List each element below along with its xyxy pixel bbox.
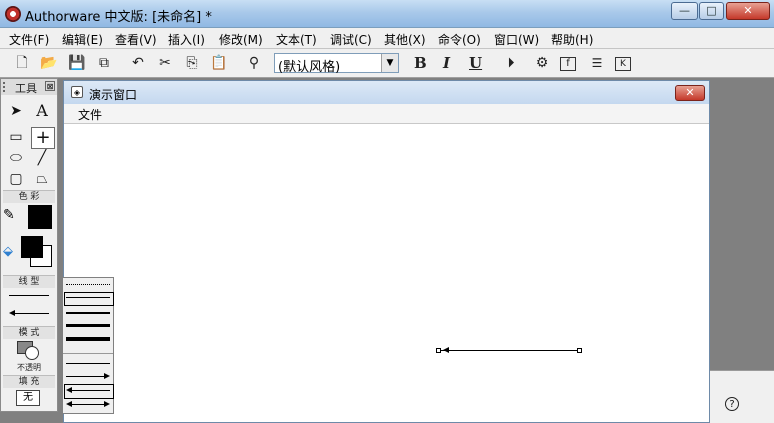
authorware-app-icon: [5, 6, 21, 22]
arrowhead-both-left-icon: [66, 401, 72, 407]
arrowhead-left-icon: [66, 387, 72, 393]
line-style-arrow[interactable]: [14, 313, 49, 314]
bold-button[interactable]: B: [414, 54, 427, 72]
presentation-window[interactable]: [63, 80, 710, 423]
line-style-thin[interactable]: [9, 295, 49, 296]
presentation-window-close-button[interactable]: ✕: [675, 85, 705, 101]
fill-section-label: 填 充: [3, 375, 55, 388]
rectangle-tool-icon[interactable]: ▭: [5, 127, 27, 147]
menu-debug[interactable]: 调试(C): [330, 31, 372, 48]
fill-bucket-icon: ⬙: [3, 244, 13, 259]
drawn-line[interactable]: [438, 350, 580, 351]
minimize-button[interactable]: —: [671, 2, 698, 20]
presentation-window-title-bar[interactable]: [64, 81, 709, 104]
toolbar: 🗋 📂 💾 ⧉ ↶ ✂ ⎘ 📋 ⚲ (默认风格) ▼ B I U ⏵ ⚙ f ☰…: [0, 49, 774, 78]
fill-none-button[interactable]: 无: [16, 390, 40, 406]
underline-button[interactable]: U: [469, 54, 482, 72]
menu-view[interactable]: 查看(V): [115, 31, 157, 48]
grip-icon[interactable]: [3, 82, 6, 92]
find-icon[interactable]: ⚲: [245, 54, 263, 72]
crosshair-tool-icon[interactable]: +: [31, 127, 55, 149]
functions-icon[interactable]: f: [560, 57, 576, 71]
menu-insert[interactable]: 插入(I): [168, 31, 205, 48]
arrow-option-right[interactable]: [66, 376, 106, 377]
import-icon[interactable]: ⧉: [95, 54, 113, 72]
arrow-option-left[interactable]: [72, 390, 110, 391]
menu-bar: 文件(F) 编辑(E) 查看(V) 插入(I) 修改(M) 文本(T) 调试(C…: [0, 28, 774, 49]
menu-modify[interactable]: 修改(M): [219, 31, 263, 48]
chevron-down-icon[interactable]: ▼: [381, 54, 398, 72]
presentation-window-icon: ◈: [71, 86, 83, 98]
open-folder-icon[interactable]: 📂: [40, 54, 58, 72]
stroke-color-swatch[interactable]: [28, 205, 52, 229]
arrowhead-right-icon: [104, 373, 110, 379]
menu-help[interactable]: 帮助(H): [551, 31, 593, 48]
line-option-selected-frame[interactable]: [64, 292, 114, 306]
text-style-select[interactable]: (默认风格) ▼: [274, 53, 399, 75]
ellipse-tool-icon[interactable]: ⬭: [5, 148, 27, 168]
arrow-option-both[interactable]: [72, 404, 104, 405]
text-tool-icon[interactable]: A: [31, 101, 53, 121]
copy-icon[interactable]: ⎘: [183, 54, 201, 72]
window-title: Authorware 中文版: [未命名] *: [25, 10, 212, 25]
undo-icon[interactable]: ↶: [129, 54, 147, 72]
polygon-tool-icon[interactable]: ⏢: [31, 169, 53, 189]
maximize-button[interactable]: □: [699, 2, 724, 20]
italic-button[interactable]: I: [443, 54, 450, 72]
line-tool-icon[interactable]: ╱: [31, 148, 53, 168]
tools-palette-title: 工具: [15, 82, 37, 95]
arrowhead-left: [443, 347, 449, 353]
mode-circle-icon[interactable]: [25, 346, 39, 360]
control-panel-icon[interactable]: ⚙: [533, 54, 551, 72]
line-option-3px[interactable]: [66, 324, 110, 327]
menu-window[interactable]: 窗口(W): [494, 31, 539, 48]
arrowhead-icon: [9, 310, 15, 316]
mode-label: 不透明: [17, 363, 41, 372]
tools-palette-close-icon[interactable]: ⊠: [45, 81, 55, 91]
arrowhead-both-right-icon: [104, 401, 110, 407]
save-all-icon[interactable]: 💾: [68, 54, 86, 72]
presentation-window-menubar: [64, 104, 709, 124]
menu-edit[interactable]: 编辑(E): [62, 31, 103, 48]
help-icon[interactable]: ?: [725, 397, 739, 411]
knowledge-objects-icon[interactable]: K: [615, 57, 631, 71]
text-style-value: (默认风格): [278, 60, 341, 75]
mode-section-label: 模 式: [3, 326, 55, 339]
pointer-tool-icon[interactable]: ➤: [5, 101, 27, 121]
variables-icon[interactable]: ☰: [588, 54, 606, 72]
line-handle-start[interactable]: [436, 348, 441, 353]
paste-icon[interactable]: 📋: [210, 54, 228, 72]
foreground-color-swatch[interactable]: [21, 236, 43, 258]
line-option-2px[interactable]: [66, 312, 110, 314]
run-icon[interactable]: ⏵: [502, 54, 520, 72]
menu-text[interactable]: 文本(T): [276, 31, 317, 48]
menu-command[interactable]: 命令(O): [438, 31, 481, 48]
menu-other[interactable]: 其他(X): [384, 31, 426, 48]
line-style-section-label: 线 型: [3, 275, 55, 288]
arrow-option-none[interactable]: [66, 363, 110, 364]
rounded-rectangle-tool-icon[interactable]: ▢: [5, 169, 27, 189]
line-option-1px[interactable]: [66, 297, 110, 298]
design-panel-edge: [709, 370, 774, 423]
line-handle-end[interactable]: [577, 348, 582, 353]
cut-icon[interactable]: ✂: [156, 54, 174, 72]
presentation-menu-file[interactable]: 文件: [78, 106, 102, 123]
new-file-icon[interactable]: 🗋: [13, 54, 31, 72]
menu-file[interactable]: 文件(F): [9, 31, 49, 48]
line-option-4px[interactable]: [66, 337, 110, 341]
color-section-label: 色 彩: [3, 190, 55, 203]
close-button[interactable]: ✕: [726, 2, 770, 20]
line-option-dotted[interactable]: [66, 284, 110, 285]
presentation-window-title: 演示窗口: [89, 88, 138, 102]
pencil-icon: ✎: [3, 207, 15, 223]
popup-divider: [63, 353, 113, 354]
